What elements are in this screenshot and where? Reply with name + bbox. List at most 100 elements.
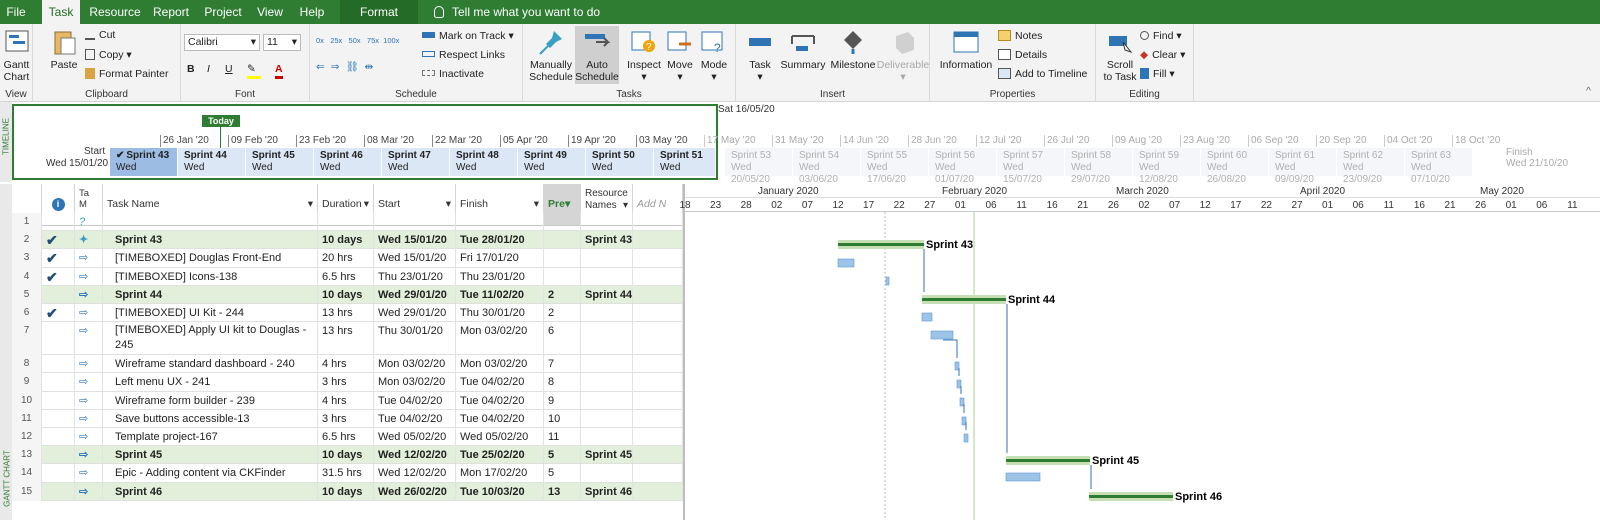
- row-number[interactable]: 7: [12, 322, 42, 356]
- task-mode-cell[interactable]: ⇨: [75, 373, 103, 392]
- resource-cell[interactable]: Sprint 43: [581, 231, 633, 250]
- row-indicator[interactable]: [42, 285, 75, 304]
- table-row[interactable]: 3 ✔ ⇨ [TIMEBOXED] Douglas Front-End 20 hrs We…: [12, 249, 683, 268]
- task-bar[interactable]: [921, 312, 933, 322]
- format-painter-button[interactable]: Format Painter: [85, 67, 168, 81]
- task-name-cell[interactable]: Left menu UX - 241: [103, 373, 318, 392]
- task-name-cell[interactable]: Wireframe form builder - 239: [103, 391, 318, 410]
- add-column-cell[interactable]: [633, 464, 683, 483]
- finish-cell[interactable]: Mon 17/02/20: [456, 464, 544, 483]
- add-column-cell[interactable]: [633, 446, 683, 465]
- timeline-sprint-bar[interactable]: Sprint 63 Wed 07/10/20: [1405, 148, 1473, 185]
- tab-task[interactable]: Task: [42, 0, 80, 24]
- task-name-cell[interactable]: [103, 213, 318, 232]
- duration-cell[interactable]: 3 hrs: [318, 409, 374, 428]
- task-name-cell[interactable]: Sprint 43: [103, 231, 318, 250]
- task-bar[interactable]: [959, 397, 965, 407]
- timeline-sprint-bar[interactable]: Sprint 47 Wed: [382, 148, 450, 176]
- table-row[interactable]: 1?: [12, 213, 683, 232]
- bold-button[interactable]: B: [187, 62, 195, 76]
- task-bar[interactable]: [954, 361, 960, 371]
- task-mode-cell[interactable]: ?: [75, 213, 103, 232]
- tab-file[interactable]: File: [0, 0, 32, 24]
- task-bar[interactable]: [1005, 472, 1041, 482]
- duration-cell[interactable]: 6.5 hrs: [318, 267, 374, 286]
- add-column-cell[interactable]: [633, 249, 683, 268]
- finish-cell[interactable]: Mon 03/02/20: [456, 322, 544, 356]
- timeline-sprint-bar[interactable]: Sprint 48 Wed: [450, 148, 518, 176]
- timeline-sprint-bar[interactable]: Sprint 49 Wed: [518, 148, 586, 176]
- tab-help[interactable]: Help: [292, 0, 332, 24]
- row-indicator[interactable]: [42, 213, 75, 232]
- row-number[interactable]: 2: [12, 231, 42, 250]
- resource-cell[interactable]: [581, 304, 633, 323]
- row-number[interactable]: 1: [12, 213, 42, 232]
- finish-cell[interactable]: Tue 10/03/20: [456, 482, 544, 501]
- task-mode-cell[interactable]: ⇨: [75, 391, 103, 410]
- row-indicator[interactable]: [42, 464, 75, 483]
- timeline-sprint-bar[interactable]: Sprint 58 Wed 29/07/20: [1065, 148, 1133, 185]
- duration-cell[interactable]: [318, 213, 374, 232]
- inspect-button[interactable]: ? Inspect ▾: [627, 28, 661, 83]
- task-mode-cell[interactable]: ⇨: [75, 446, 103, 465]
- row-indicator[interactable]: [42, 409, 75, 428]
- start-cell[interactable]: Wed 15/01/20: [374, 249, 456, 268]
- start-cell[interactable]: Wed 29/01/20: [374, 285, 456, 304]
- resource-cell[interactable]: [581, 213, 633, 232]
- row-indicator[interactable]: [42, 355, 75, 374]
- row-number[interactable]: 5: [12, 285, 42, 304]
- scroll-to-task-button[interactable]: Scroll to Task: [1100, 28, 1140, 83]
- duration-cell[interactable]: 20 hrs: [318, 249, 374, 268]
- finish-cell[interactable]: Tue 11/02/20: [456, 285, 544, 304]
- predecessors-cell[interactable]: [544, 213, 581, 232]
- table-row[interactable]: 11 ⇨ Save buttons accessible-13 3 hrs Tue 04…: [12, 409, 683, 428]
- timeline-sprint-bar[interactable]: Sprint 56 Wed 01/07/20: [929, 148, 997, 185]
- insert-task-button[interactable]: Task ▾: [744, 28, 776, 83]
- timeline-sprint-bar[interactable]: Sprint 62 Wed 23/09/20: [1337, 148, 1405, 185]
- resource-cell[interactable]: [581, 373, 633, 392]
- table-row[interactable]: 9 ⇨ Left menu UX - 241 3 hrs Mon 03/02/20 Tue…: [12, 373, 683, 392]
- task-bar[interactable]: [885, 276, 890, 286]
- resource-cell[interactable]: [581, 267, 633, 286]
- mode-button[interactable]: ? Mode ▾: [697, 28, 731, 83]
- finish-cell[interactable]: Tue 28/01/20: [456, 231, 544, 250]
- task-name-cell[interactable]: Epic - Adding content via CKFinder: [103, 464, 318, 483]
- insert-summary-button[interactable]: Summary: [778, 28, 828, 71]
- predecessors-cell[interactable]: 5: [544, 446, 581, 465]
- row-indicator[interactable]: [42, 391, 75, 410]
- timeline-sprint-bar[interactable]: Sprint 55 Wed 17/06/20: [861, 148, 929, 185]
- start-cell[interactable]: Wed 05/02/20: [374, 428, 456, 447]
- finish-cell[interactable]: Thu 23/01/20: [456, 267, 544, 286]
- start-cell[interactable]: Wed 12/02/20: [374, 464, 456, 483]
- timeline-sprint-bar[interactable]: Sprint 53 Wed 20/05/20: [725, 148, 793, 185]
- tab-report[interactable]: Report: [148, 0, 194, 24]
- row-indicator[interactable]: [42, 482, 75, 501]
- underline-button[interactable]: U: [225, 62, 233, 76]
- table-row[interactable]: 4 ✔ ⇨ [TIMEBOXED] Icons-138 6.5 hrs Thu 23/01…: [12, 267, 683, 286]
- timeline-sprint-bar[interactable]: Sprint 57 Wed 15/07/20: [997, 148, 1065, 185]
- add-column-cell[interactable]: [633, 322, 683, 356]
- duration-cell[interactable]: 10 days: [318, 231, 374, 250]
- table-row[interactable]: 12 ⇨ Template project-167 6.5 hrs Wed 05/02/…: [12, 428, 683, 447]
- respect-links-button[interactable]: Respect Links: [422, 48, 505, 62]
- row-indicator[interactable]: ✔: [42, 267, 75, 286]
- font-size-select[interactable]: 11 ▾: [263, 34, 301, 51]
- table-row[interactable]: 14 ⇨ Epic - Adding content via CKFinder 31.…: [12, 464, 683, 483]
- predecessors-cell[interactable]: [544, 231, 581, 250]
- task-mode-cell[interactable]: ⇨: [75, 482, 103, 501]
- row-indicator[interactable]: [42, 428, 75, 447]
- add-to-timeline-button[interactable]: Add to Timeline: [998, 67, 1087, 81]
- timeline-sprint-bar[interactable]: Sprint 51 Wed: [654, 148, 716, 176]
- predecessors-cell[interactable]: 11: [544, 428, 581, 447]
- predecessors-cell[interactable]: 13: [544, 482, 581, 501]
- row-indicator[interactable]: ✔: [42, 231, 75, 250]
- row-number[interactable]: 15: [12, 482, 42, 501]
- task-mode-cell[interactable]: ⇨: [75, 409, 103, 428]
- add-column-cell[interactable]: [633, 304, 683, 323]
- mark-on-track-button[interactable]: Mark on Track ▾: [422, 29, 514, 43]
- predecessors-cell[interactable]: [544, 267, 581, 286]
- duration-cell[interactable]: 6.5 hrs: [318, 428, 374, 447]
- font-name-select[interactable]: Calibri ▾: [184, 34, 260, 51]
- resource-cell[interactable]: [581, 464, 633, 483]
- task-name-cell[interactable]: [TIMEBOXED] Icons-138: [103, 267, 318, 286]
